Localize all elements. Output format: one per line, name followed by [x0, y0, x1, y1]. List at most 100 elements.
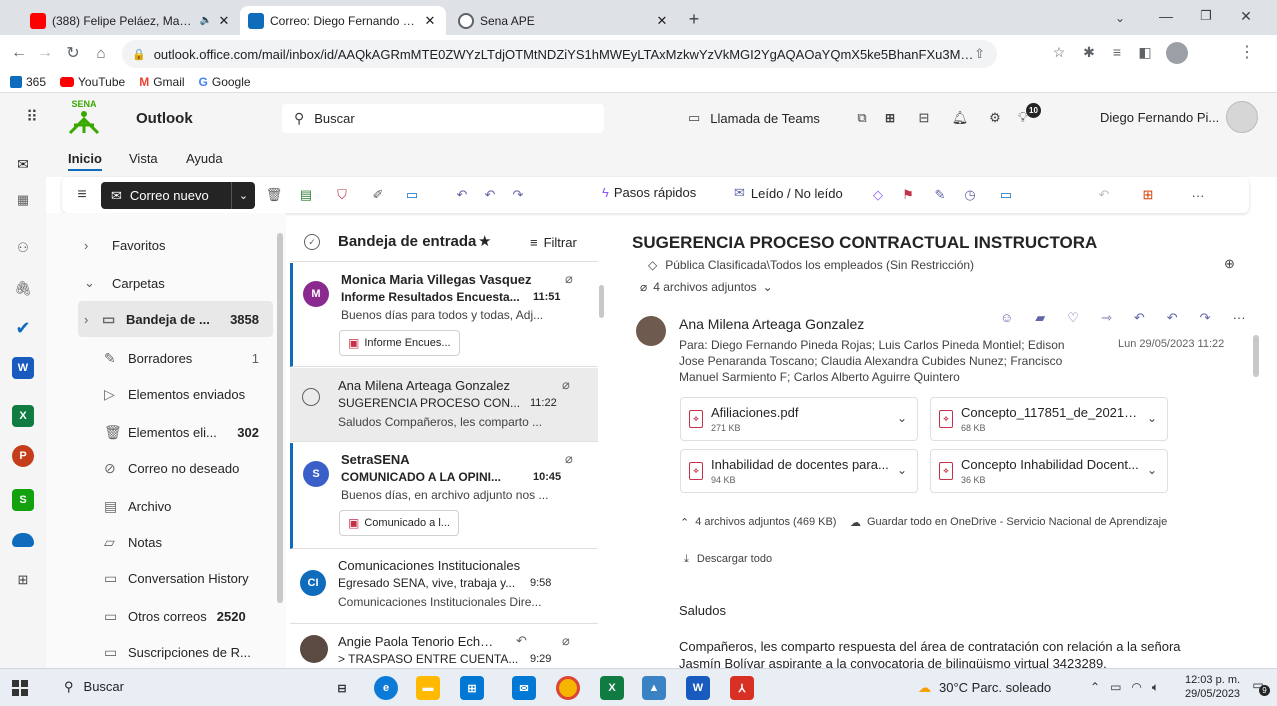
attachments-toggle[interactable]: ⌀ 4 archivos adjuntos ⌄	[640, 280, 773, 294]
teams-call-button[interactable]: ▭ Llamada de Teams	[688, 110, 820, 126]
tab-inicio[interactable]: Inicio	[68, 151, 102, 171]
close-icon[interactable]: ✕	[422, 13, 438, 29]
new-tab-button[interactable]: +	[682, 8, 706, 30]
chevron-down-icon[interactable]: ⌄	[1147, 411, 1157, 425]
folder-drafts[interactable]: ✎ Borradores 1	[78, 340, 273, 376]
more-icon[interactable]: ···	[1188, 185, 1208, 205]
back-icon[interactable]: ←	[8, 42, 30, 64]
photos-icon[interactable]: ▲	[642, 676, 666, 700]
mail-app-icon[interactable]: ✉	[512, 676, 536, 700]
tab-outlook[interactable]: Correo: Diego Fernando Pineda ✕	[240, 6, 446, 35]
acrobat-icon[interactable]: ⅄	[730, 676, 754, 700]
taskbar-search[interactable]: ⚲ Buscar	[64, 679, 124, 695]
teams-chat-icon[interactable]: ▰	[1035, 310, 1045, 326]
gear-icon[interactable]: ⚙︎	[985, 108, 1005, 128]
word-icon[interactable]: W	[12, 357, 34, 379]
restore-button[interactable]: ❐	[1195, 6, 1217, 26]
folders-toggle[interactable]: ⌄ Carpetas	[78, 265, 273, 301]
address-bar[interactable]: 🔒 outlook.office.com/mail/inbox/id/AAQkA…	[122, 40, 997, 68]
share-icon[interactable]: ⇧	[974, 46, 985, 62]
folder-archive[interactable]: ▤ Archivo	[78, 488, 273, 524]
excel-icon[interactable]: X	[12, 405, 34, 427]
chevron-down-icon[interactable]: ⌄	[897, 463, 907, 477]
bookmark-youtube[interactable]: YouTube	[60, 75, 125, 89]
sweep-icon[interactable]: ✐	[368, 185, 388, 205]
chevron-down-icon[interactable]: ⌄	[231, 182, 255, 209]
chevron-down-icon[interactable]: ⌄	[1147, 463, 1157, 477]
tips-button[interactable]: 💡︎ 10	[1018, 103, 1042, 129]
folder-inbox[interactable]: › ▭ Bandeja de ... 3858	[78, 301, 273, 337]
select-all-icon[interactable]: ✓	[304, 234, 320, 250]
extensions-icon[interactable]: ✱	[1078, 41, 1100, 63]
attachment-card[interactable]: ⟡ Afiliaciones.pdf 271 KB ⌄	[680, 397, 918, 441]
excel-icon[interactable]: X	[600, 676, 624, 700]
wifi-icon[interactable]: ◠	[1131, 680, 1141, 695]
favorites-toggle[interactable]: › Favoritos	[78, 227, 273, 263]
word-icon[interactable]: W	[686, 676, 710, 700]
pin-icon[interactable]: ✎	[930, 185, 950, 205]
forward-icon[interactable]: ⇾	[1101, 310, 1112, 326]
bell-icon[interactable]: 🔔︎	[950, 108, 970, 128]
teams-icon[interactable]: ⧉	[852, 108, 872, 128]
menu-icon[interactable]: ⋮	[1236, 41, 1258, 63]
reply-all-icon[interactable]: ↶	[1167, 310, 1178, 326]
media-icon[interactable]: ≡	[1106, 41, 1128, 63]
filter-button[interactable]: ≡ Filtrar	[530, 235, 577, 250]
onedrive-icon[interactable]	[12, 533, 34, 547]
tab-vista[interactable]: Vista	[129, 151, 158, 166]
message-item-selected[interactable]: Ana Milena Arteaga Gonzalez ⌀ SUGERENCIA…	[290, 368, 598, 442]
volume-icon[interactable]: 🔈︎	[1152, 680, 1159, 695]
powerpoint-icon[interactable]: P	[12, 445, 34, 467]
save-onedrive-link[interactable]: ☁︎ Guardar todo en OneDrive - Servicio Na…	[850, 516, 1167, 529]
new-mail-button[interactable]: ✉ Correo nuevo ⌄	[101, 182, 255, 209]
office-apps-icon[interactable]: ⊞	[880, 108, 900, 128]
move-icon[interactable]: ▭	[402, 185, 422, 205]
rules-icon[interactable]: ▭	[996, 185, 1016, 205]
folder-notes[interactable]: ▱ Notas	[78, 524, 273, 560]
reply-icon[interactable]: ↶	[452, 185, 472, 205]
calendar-icon[interactable]: ▦	[14, 191, 32, 209]
attachment-card[interactable]: ⟡ Concepto_117851_de_2021_... 68 KB ⌄	[930, 397, 1168, 441]
reload-icon[interactable]: ↻	[62, 42, 84, 64]
tab-search-icon[interactable]: ⌄	[1110, 8, 1130, 28]
chrome-icon[interactable]	[556, 676, 580, 700]
file-explorer-icon[interactable]: ▬	[416, 676, 440, 700]
zoom-icon[interactable]: ⊕	[1224, 256, 1235, 272]
todo-icon[interactable]: ✔	[14, 318, 32, 338]
folder-subscriptions[interactable]: ▭ Suscripciones de R...	[78, 634, 273, 670]
attach-icon[interactable]: 🖇︎	[14, 279, 32, 297]
star-icon[interactable]: ☆	[1048, 41, 1070, 63]
tag-icon[interactable]: ◇	[868, 185, 888, 205]
window-close-button[interactable]: ✕	[1235, 6, 1257, 26]
tab-youtube[interactable]: (388) Felipe Peláez, Manuel J 🔈 ✕	[22, 6, 240, 35]
app-title[interactable]: Outlook	[136, 110, 193, 127]
app-launcher-icon[interactable]: ⠿	[22, 107, 42, 127]
more-apps-icon[interactable]: ⊞	[14, 571, 32, 589]
close-icon[interactable]: ✕	[654, 13, 670, 29]
undo-icon[interactable]: ↶	[1094, 185, 1114, 205]
reading-scrollbar[interactable]	[1253, 335, 1259, 377]
mail-icon[interactable]: ✉	[14, 155, 32, 173]
search-input[interactable]: ⚲ Buscar	[282, 104, 604, 133]
attachment-chip[interactable]: ▣ Comunicado a l...	[339, 510, 459, 536]
flag-icon[interactable]: ⚑	[898, 185, 918, 205]
message-item[interactable]: CI Comunicaciones Institucionales Egresa…	[290, 550, 598, 624]
windows-start-icon[interactable]	[12, 680, 28, 696]
message-item[interactable]: M Monica Maria Villegas Vasquez ⌀ Inform…	[290, 263, 598, 367]
download-all-link[interactable]: ⤓ Descargar todo	[684, 553, 772, 566]
message-item[interactable]: Angie Paola Tenorio Echa... ↶ ⌀ > TRASPA…	[290, 625, 598, 668]
hamburger-icon[interactable]: ≡	[72, 185, 92, 205]
forward-arrow-icon[interactable]: ↷	[1200, 310, 1211, 326]
clock[interactable]: 12:03 p. m. 29/05/2023	[1185, 673, 1240, 701]
people-icon[interactable]: ⚇	[14, 239, 32, 257]
delete-icon[interactable]: 🗑︎	[264, 185, 284, 205]
chevron-down-icon[interactable]: ⌄	[897, 411, 907, 425]
reply-all-icon[interactable]: ↶	[480, 185, 500, 205]
message-item[interactable]: S SetraSENA ⌀ COMUNICADO A LA OPINI... 1…	[290, 443, 598, 549]
attachment-card[interactable]: ⟡ Inhabilidad de docentes para... 94 KB ⌄	[680, 449, 918, 493]
select-radio[interactable]	[302, 388, 320, 406]
reply-icon[interactable]: ↶	[1134, 310, 1145, 326]
tab-ayuda[interactable]: Ayuda	[186, 151, 223, 166]
attachment-card[interactable]: ⟡ Concepto Inhabilidad Docent... 36 KB ⌄	[930, 449, 1168, 493]
heart-icon[interactable]: ♡	[1067, 310, 1079, 326]
